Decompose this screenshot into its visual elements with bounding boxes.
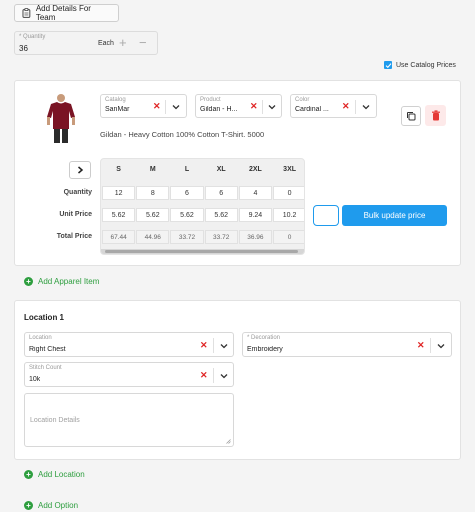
bulk-price-input[interactable] — [313, 205, 339, 226]
quantity-label: * Quantity — [19, 34, 46, 40]
location-title: Location 1 — [24, 313, 65, 322]
quantity-cell[interactable]: 8 — [136, 186, 170, 200]
product-value: Gildan - H... — [200, 106, 238, 113]
chevron-down-icon[interactable] — [219, 341, 229, 351]
size-grid: S M L XL 2XL 3XL 12 8 6 6 4 0 5.62 5.62 5.62 5.62 9.24… — [100, 158, 305, 255]
chevron-down-icon[interactable] — [436, 341, 446, 351]
total-price-cell: 33.72 — [204, 230, 238, 244]
quantity-cell[interactable]: 0 — [273, 186, 304, 200]
color-label: Color — [295, 97, 310, 103]
product-name: Gildan - Heavy Cotton 100% Cotton T-Shir… — [100, 130, 265, 139]
location-select[interactable]: Location Right Chest ✕ — [24, 332, 234, 357]
unit-price-cell[interactable]: 5.62 — [170, 208, 204, 222]
location-label: Location — [29, 335, 52, 341]
use-catalog-prices-toggle[interactable]: Use Catalog Prices — [384, 61, 456, 69]
product-label: Product — [200, 97, 221, 103]
row-label-unit-price: Unit Price — [59, 211, 92, 218]
expand-sizes-button[interactable] — [69, 161, 91, 179]
total-price-cell: 44.96 — [136, 230, 170, 244]
quantity-cell[interactable]: 6 — [170, 186, 204, 200]
size-header: 3XL — [283, 165, 297, 173]
decoration-value: Embroidery — [247, 346, 283, 353]
quantity-field[interactable]: * Quantity 36 Each + − — [14, 31, 158, 55]
chevron-down-icon[interactable] — [219, 371, 229, 381]
size-header: XL — [216, 165, 226, 173]
resize-handle-icon[interactable] — [226, 439, 231, 444]
add-apparel-item-label: Add Apparel Item — [38, 277, 100, 286]
unit-price-cell[interactable]: 10.2 — [273, 208, 304, 222]
add-location-link[interactable]: + Add Location — [24, 470, 85, 479]
add-details-button[interactable]: Add Details For Team — [14, 4, 119, 22]
catalog-value: SanMar — [105, 106, 130, 113]
bulk-update-price-button[interactable]: Bulk update price — [342, 205, 447, 226]
plus-circle-icon: + — [24, 470, 33, 479]
decrement-icon[interactable]: − — [139, 35, 147, 50]
decoration-label: * Decoration — [247, 335, 281, 341]
product-image — [44, 93, 78, 145]
chevron-down-icon[interactable] — [267, 102, 277, 112]
unit-price-cell[interactable]: 5.62 — [102, 208, 136, 222]
location-details-textarea[interactable]: Location Details — [24, 393, 234, 447]
unit-price-cell[interactable]: 5.62 — [204, 208, 238, 222]
quantity-value: 36 — [19, 44, 28, 53]
duplicate-button[interactable] — [401, 106, 421, 126]
location-value: Right Chest — [29, 346, 66, 353]
quantity-cell[interactable]: 12 — [102, 186, 136, 200]
clear-product-icon[interactable]: ✕ — [250, 101, 258, 112]
total-price-cell: 33.72 — [170, 230, 204, 244]
total-price-cell: 67.44 — [102, 230, 136, 244]
chevron-right-icon — [78, 166, 84, 174]
stitch-count-value: 10k — [29, 376, 41, 383]
checkbox-icon[interactable] — [384, 61, 392, 69]
row-label-total-price: Total Price — [56, 233, 92, 240]
trash-icon — [431, 110, 440, 121]
size-header: S — [116, 165, 121, 173]
plus-circle-icon: + — [24, 501, 33, 510]
quantity-unit: Each — [98, 40, 114, 47]
total-price-cell: 36.96 — [238, 230, 272, 244]
chevron-down-icon[interactable] — [361, 102, 371, 112]
product-select[interactable]: Product Gildan - H... ✕ — [195, 94, 282, 118]
increment-icon[interactable]: + — [119, 35, 127, 50]
stitch-count-select[interactable]: Stitch Count 10k ✕ — [24, 362, 234, 387]
size-header: L — [184, 165, 190, 173]
catalog-label: Catalog — [105, 97, 126, 103]
delete-button[interactable] — [425, 105, 446, 126]
clear-color-icon[interactable]: ✕ — [342, 101, 350, 112]
add-option-link[interactable]: + Add Option — [24, 501, 78, 510]
stitch-count-label: Stitch Count — [29, 365, 62, 371]
add-option-label: Add Option — [38, 501, 79, 510]
catalog-select[interactable]: Catalog SanMar ✕ — [100, 94, 187, 118]
clear-decoration-icon[interactable]: ✕ — [417, 340, 425, 351]
clear-stitch-count-icon[interactable]: ✕ — [200, 370, 208, 381]
color-select[interactable]: Color Cardinal ... ✕ — [290, 94, 377, 118]
add-location-label: Add Location — [38, 470, 85, 479]
unit-price-cell[interactable]: 5.62 — [136, 208, 170, 222]
chevron-down-icon[interactable] — [171, 102, 181, 112]
row-label-quantity: Quantity — [63, 189, 92, 196]
decoration-select[interactable]: * Decoration Embroidery ✕ — [242, 332, 452, 357]
unit-price-cell[interactable]: 9.24 — [238, 208, 272, 222]
quantity-cell[interactable]: 6 — [204, 186, 238, 200]
size-header: M — [149, 165, 156, 173]
quantity-cell[interactable]: 4 — [238, 186, 272, 200]
clipboard-icon — [22, 8, 31, 18]
scrollbar-thumb[interactable] — [105, 250, 298, 253]
clear-catalog-icon[interactable]: ✕ — [153, 101, 161, 112]
size-header: 2XL — [248, 165, 262, 173]
clear-location-icon[interactable]: ✕ — [200, 340, 208, 351]
location-details-placeholder: Location Details — [30, 417, 80, 424]
plus-circle-icon: + — [24, 277, 33, 286]
color-value: Cardinal ... — [295, 106, 329, 113]
total-price-cell: 0 — [273, 230, 304, 244]
use-catalog-prices-label: Use Catalog Prices — [396, 61, 456, 69]
add-apparel-item-link[interactable]: + Add Apparel Item — [24, 277, 99, 286]
horizontal-scrollbar[interactable] — [101, 249, 304, 254]
add-details-label: Add Details For Team — [35, 4, 91, 22]
copy-icon — [407, 112, 416, 121]
